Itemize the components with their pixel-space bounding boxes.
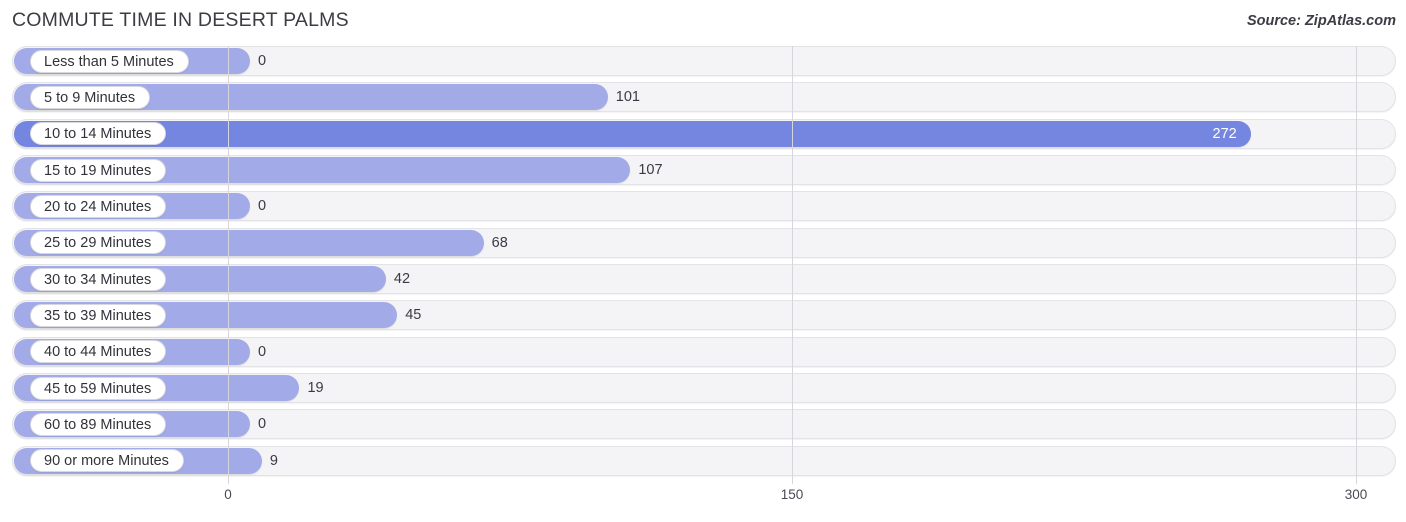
source-attribution: Source: ZipAtlas.com <box>1246 13 1396 29</box>
value-label: 0 <box>258 53 267 69</box>
chart-header: COMMUTE TIME IN DESERT PALMS Source: Zip… <box>0 0 1406 46</box>
value-label: 0 <box>258 198 267 215</box>
category-label-pill: 5 to 9 Minutes <box>30 85 151 109</box>
category-label-pill: 20 to 24 Minutes <box>30 194 167 218</box>
value-label: 68 <box>491 234 508 251</box>
value-label: 42 <box>393 271 411 288</box>
category-label-pill: 60 to 89 Minutes <box>30 412 167 436</box>
bar-row: 40 to 44 Minutes 0 <box>0 336 1406 367</box>
category-label-pill: 90 or more Minutes <box>30 449 184 473</box>
bar-row: 20 to 24 Minutes 0 <box>0 191 1406 222</box>
chart-plot-area: Less than 5 Minutes 0 5 to 9 Minutes 101 10 … <box>0 46 1406 488</box>
value-label: 107 <box>638 162 663 179</box>
value-label: 45 <box>405 307 422 324</box>
value-label: 0 <box>258 416 267 433</box>
bar-row: 35 to 39 Minutes 45 <box>0 300 1406 331</box>
bar-rows: Less than 5 Minutes 0 5 to 9 Minutes 101 10 … <box>0 46 1406 482</box>
bar-row: 25 to 29 Minutes 68 <box>0 227 1406 258</box>
bar-row: 15 to 19 Minutes 107 <box>0 155 1406 186</box>
category-label-pill: 40 to 44 Minutes <box>30 340 167 364</box>
category-label-pill: 15 to 19 Minutes <box>30 158 167 182</box>
x-axis: 0 150 300 <box>0 484 1406 522</box>
category-label-pill: 45 to 59 Minutes <box>30 376 167 400</box>
bar-row: 30 to 34 Minutes 42 <box>0 264 1406 295</box>
x-axis-tick-label: 0 <box>224 487 232 502</box>
value-label: 101 <box>615 89 640 106</box>
bar-row: 45 to 59 Minutes 19 <box>0 373 1406 404</box>
bar-row: 90 or more Minutes 9 <box>0 445 1406 476</box>
value-label: 9 <box>269 452 278 469</box>
page-title: COMMUTE TIME IN DESERT PALMS <box>12 9 349 31</box>
category-label-pill: 30 to 34 Minutes <box>30 267 167 291</box>
category-label-pill: 10 to 14 Minutes <box>30 122 167 146</box>
bar-row: Less than 5 Minutes 0 <box>0 46 1406 76</box>
x-axis-tick-label: 150 <box>780 487 804 502</box>
bar-row: 10 to 14 Minutes 272 <box>0 118 1406 149</box>
category-label-pill: 35 to 39 Minutes <box>30 303 167 327</box>
category-label-pill: Less than 5 Minutes <box>30 49 189 73</box>
bar-row: 60 to 89 Minutes 0 <box>0 409 1406 440</box>
value-label: 0 <box>258 343 267 360</box>
value-bar[interactable] <box>14 120 1251 147</box>
category-label-pill: 25 to 29 Minutes <box>30 231 167 255</box>
x-axis-tick-label: 300 <box>1344 487 1368 502</box>
bar-row: 5 to 9 Minutes 101 <box>0 82 1406 113</box>
value-label: 19 <box>307 380 324 397</box>
value-label: 272 <box>1212 125 1237 142</box>
